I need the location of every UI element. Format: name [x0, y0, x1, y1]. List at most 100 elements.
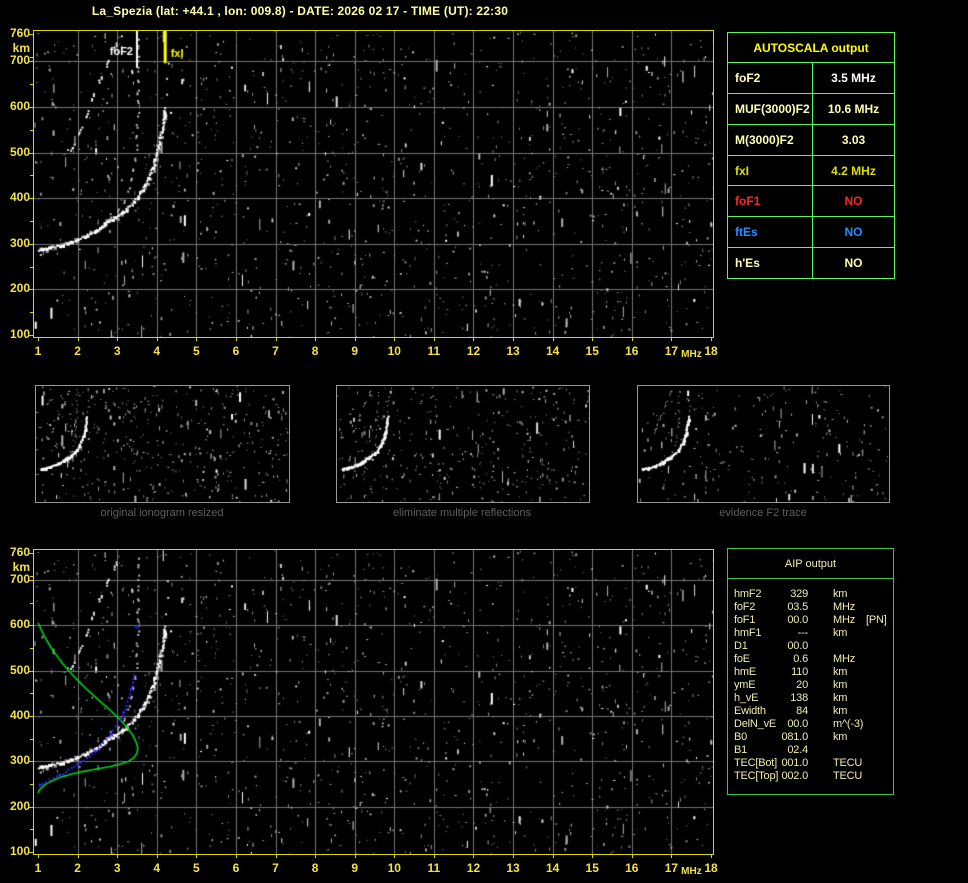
- aip-row-d1: D1 00.0: [728, 640, 893, 653]
- autoscala-table-rows: foF2 3.5 MHz MUF(3000)F2 10.6 MHz M(3000)F2 3…: [728, 63, 894, 279]
- y-axis-minor-tick: [30, 575, 33, 577]
- x-axis-tick: [433, 855, 435, 858]
- x-tick-label: 14: [545, 861, 560, 875]
- autoscala-row-value: NO: [844, 225, 863, 240]
- ionogram-plot-bottom: [33, 549, 714, 855]
- x-axis-tick: [156, 855, 158, 858]
- x-axis-tick: [38, 855, 39, 858]
- x-axis-tick: [592, 338, 594, 341]
- autoscala-row-value: 4.2 MHz: [831, 163, 876, 178]
- y-tick-label: 100: [9, 327, 30, 341]
- autoscala-row-label: MUF(3000)F2: [728, 93, 813, 124]
- aip-row-unit: TECU: [833, 770, 863, 782]
- aip-row-label: foF2: [734, 601, 756, 613]
- x-axis-tick: [196, 855, 198, 858]
- aip-row-hme: hmE 110 km: [728, 666, 893, 679]
- x-tick-label: 7: [272, 861, 279, 875]
- y-axis-tick: [28, 716, 33, 718]
- x-tick-label: 16: [625, 344, 639, 358]
- y-axis-unit-label: km: [12, 41, 30, 55]
- y-axis-minor-tick: [30, 266, 33, 268]
- x-tick-label: 15: [585, 344, 599, 358]
- autoscala-row-value: NO: [844, 194, 863, 209]
- autoscala-table: AUTOSCALA output foF2 3.5 MHz MUF(3000)F2 1…: [727, 32, 895, 279]
- autoscala-row-h-es: h'Es NO: [728, 248, 894, 279]
- x-tick-label: 13: [506, 344, 520, 358]
- x-tick-label: 1: [34, 344, 42, 358]
- aip-row-ewidth: Ewidth 84 km: [728, 705, 893, 718]
- x-tick-label: 14: [545, 344, 560, 358]
- aip-row-value: ---: [797, 627, 809, 639]
- x-axis-unit-label: MHz: [681, 349, 702, 360]
- x-axis-tick: [552, 855, 554, 858]
- panel-original-ionogram: [35, 385, 290, 503]
- mini-canvas-eliminate: [337, 386, 589, 502]
- y-axis-minor-tick: [30, 738, 33, 740]
- x-tick-label: 12: [466, 861, 481, 875]
- x-tick-label: 16: [625, 861, 639, 875]
- x-axis-tick: [196, 338, 198, 341]
- autoscala-row-muf-3000-f2: MUF(3000)F2 10.6 MHz: [728, 93, 894, 125]
- autoscala-row-label: foF1: [728, 186, 813, 217]
- aip-row-hmf2: hmF2 329 km: [728, 588, 893, 601]
- aip-table: AIP output hmF2 329 km foF2 03.5 MHz foF1 00.0 M…: [727, 548, 894, 795]
- x-axis-tick: [117, 855, 119, 858]
- aip-row-tec-bot-: TEC[Bot] 001.0 TECU: [728, 757, 893, 770]
- aip-row-hmf1: hmF1 --- km: [728, 627, 893, 640]
- autoscala-row-label: h'Es: [728, 248, 813, 279]
- aip-row-value: 03.5: [787, 601, 808, 613]
- aip-row-unit: MHz: [833, 614, 856, 626]
- aip-row-fof2: foF2 03.5 MHz: [728, 601, 893, 614]
- x-tick-label: 8: [311, 861, 319, 875]
- x-tick-label: 3: [113, 344, 121, 358]
- autoscala-row-fof2: foF2 3.5 MHz: [728, 63, 894, 94]
- aip-row-yme: ymE 20 km: [728, 679, 893, 692]
- autoscala-row-value: 3.03: [841, 132, 866, 147]
- x-tick-label: 9: [351, 344, 359, 358]
- y-axis-minor-tick: [30, 129, 33, 131]
- x-axis-tick: [354, 855, 356, 858]
- aip-row-unit: km: [833, 666, 848, 678]
- y-axis-tick: [28, 289, 33, 291]
- aip-row-unit: km: [833, 627, 848, 639]
- x-tick-label: 17: [664, 861, 679, 875]
- autoscala-row-value: 10.6 MHz: [827, 101, 880, 116]
- ionogram-canvas-bottom: [34, 550, 713, 854]
- y-tick-label: 600: [9, 617, 30, 632]
- x-tick-label: 12: [466, 344, 481, 358]
- aip-row-value: 00.0: [787, 640, 808, 652]
- x-axis-tick: [592, 855, 594, 858]
- x-axis-tick: [394, 855, 396, 858]
- panel-eliminate-reflections: [336, 385, 590, 503]
- autoscala-row-value: NO: [844, 256, 863, 271]
- y-axis-minor-tick: [30, 175, 33, 177]
- y-axis-minor-tick: [30, 784, 33, 786]
- y-axis-tick: [28, 34, 33, 35]
- x-tick-label: 11: [427, 344, 441, 358]
- x-axis-tick: [513, 855, 515, 858]
- station-title: La_Spezia (lat: +44.1 , lon: 009.8) - DA…: [91, 4, 509, 18]
- x-axis-tick: [394, 338, 396, 341]
- x-tick-label: 3: [113, 861, 121, 875]
- x-tick-label: 2: [74, 861, 81, 875]
- y-tick-label: 700: [9, 53, 30, 68]
- x-tick-label: 2: [74, 344, 81, 358]
- x-tick-label: 17: [664, 344, 679, 358]
- y-axis-tick: [28, 335, 33, 336]
- x-axis-tick: [354, 338, 356, 341]
- aip-row-unit: MHz: [833, 601, 856, 613]
- x-axis-tick: [275, 855, 277, 858]
- aip-row-foe: foE 0.6 MHz: [728, 653, 893, 666]
- x-axis-tick: [552, 338, 554, 341]
- autoscala-row-label: ftEs: [728, 217, 813, 248]
- y-axis-minor-tick: [30, 220, 33, 222]
- aip-table-rows: hmF2 329 km foF2 03.5 MHz foF1 00.0 MHz [PN] hmF1-…: [728, 579, 893, 783]
- y-tick-label: 100: [9, 844, 30, 858]
- aip-row-unit: km: [833, 679, 848, 691]
- ionogram-canvas-top: [34, 31, 713, 337]
- x-axis-tick: [671, 338, 673, 341]
- x-axis-tick: [473, 338, 475, 341]
- aip-row-tec-top-: TEC[Top] 002.0 TECU: [728, 770, 893, 783]
- aip-row-value: 20: [796, 679, 808, 691]
- aip-row-value: 329: [790, 588, 808, 600]
